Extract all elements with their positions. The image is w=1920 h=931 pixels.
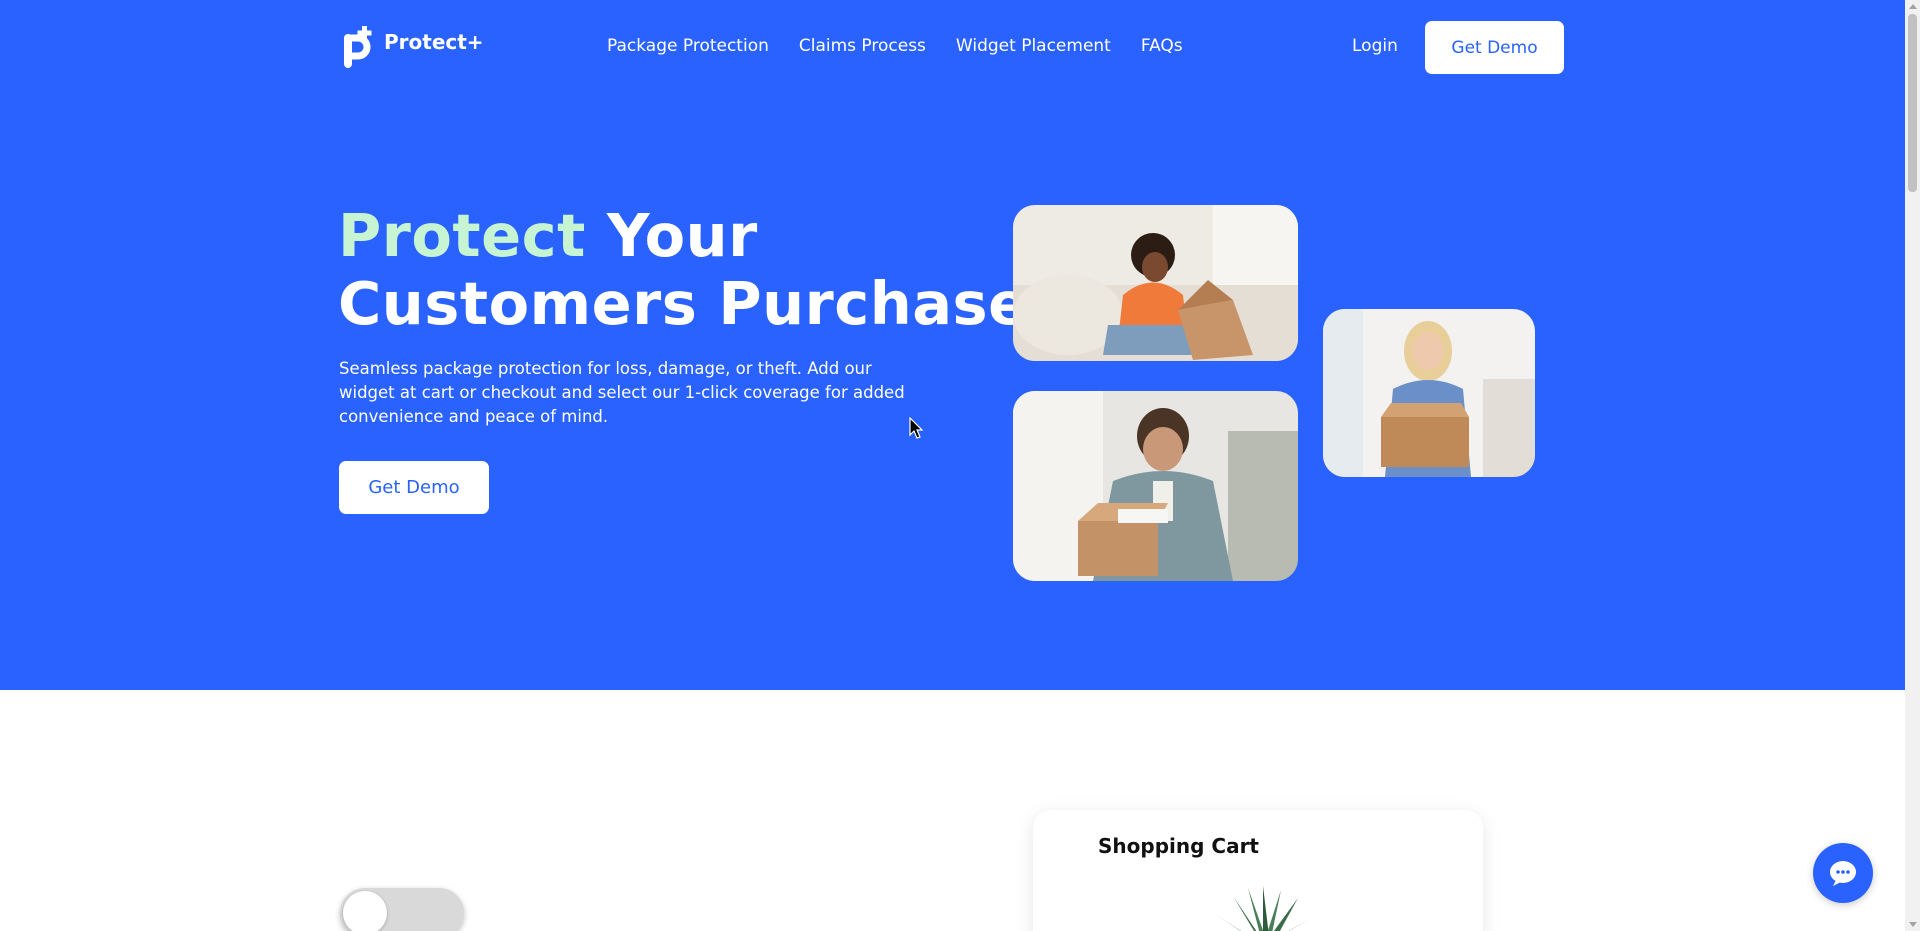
hero-title-accent: Protect (338, 201, 586, 270)
brand-logo[interactable]: Protect+ (340, 24, 484, 70)
brand-name: Protect+ (384, 30, 484, 54)
hero-get-demo-button[interactable]: Get Demo (339, 461, 489, 514)
toggle-knob (343, 891, 387, 931)
coverage-toggle[interactable] (340, 888, 464, 931)
man-opening-box-photo (1013, 391, 1298, 581)
hero-title-line2: Customers Purchase. (338, 269, 1052, 338)
hero-description: Seamless package protection for loss, da… (339, 359, 905, 426)
woman-opening-box-photo (1013, 205, 1298, 361)
blonde-woman-with-box-photo (1323, 309, 1535, 477)
protect-plus-logo-icon (344, 26, 372, 68)
shopping-cart-card: Shopping Cart (1033, 810, 1483, 931)
nav-link-claims-process[interactable]: Claims Process (799, 36, 926, 56)
hero-title-line1: Your (585, 201, 758, 270)
cart-title: Shopping Cart (1098, 834, 1259, 858)
nav-link-package-protection[interactable]: Package Protection (607, 36, 769, 56)
main-nav: Package Protection Claims Process Widget… (607, 36, 1183, 56)
succulent-plant-icon (1218, 886, 1311, 931)
scroll-up-arrow-icon[interactable] (1909, 4, 1917, 9)
scroll-down-arrow-icon[interactable] (1909, 922, 1917, 927)
hero-section: Protect+ Package Protection Claims Proce… (0, 0, 1905, 690)
login-link[interactable]: Login (1352, 36, 1398, 56)
chat-bubble-icon (1830, 861, 1856, 886)
nav-link-widget-placement[interactable]: Widget Placement (956, 36, 1111, 56)
nav-link-faqs[interactable]: FAQs (1141, 36, 1183, 56)
chat-launcher-button[interactable] (1813, 843, 1873, 903)
hero-title: Protect Your Customers Purchase. (338, 202, 1052, 338)
page-scrollbar[interactable] (1905, 0, 1920, 931)
scrollbar-thumb[interactable] (1908, 14, 1917, 192)
mouse-cursor-icon (909, 417, 923, 439)
nav-get-demo-button[interactable]: Get Demo (1425, 21, 1564, 74)
